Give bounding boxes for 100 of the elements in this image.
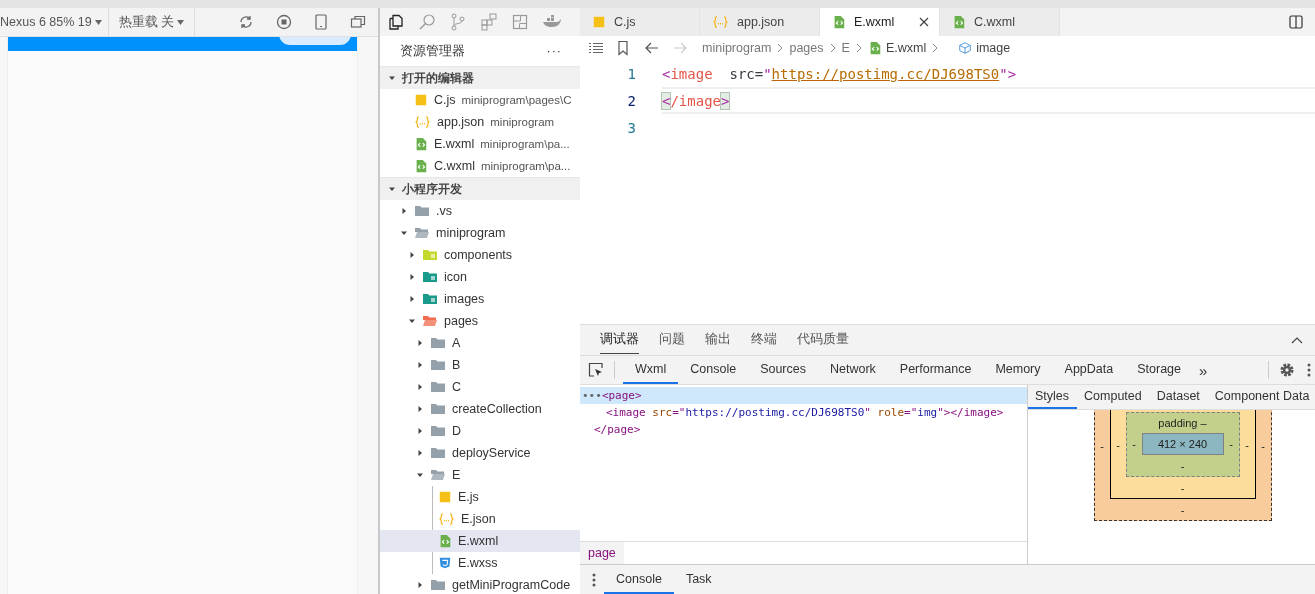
folder-icon [430, 380, 446, 394]
close-icon[interactable] [919, 17, 929, 27]
drawer-tab[interactable]: Task [673, 565, 724, 594]
code-file-icon [832, 15, 846, 29]
panel-tab[interactable]: 代码质量 [797, 326, 849, 354]
breadcrumb-item[interactable]: E.wxml [867, 41, 927, 55]
styles-tab[interactable]: Computed [1077, 385, 1150, 409]
refresh-icon[interactable] [238, 14, 254, 30]
folder-icon [430, 402, 446, 416]
devtools-tab[interactable]: Console [678, 356, 749, 384]
code-file-icon [414, 159, 428, 173]
panel-tab[interactable]: 问题 [659, 326, 685, 354]
tree-item[interactable]: createCollection [380, 398, 580, 420]
tree-item[interactable]: miniprogram [380, 222, 580, 244]
search-icon[interactable] [418, 13, 436, 31]
code-file-icon [414, 137, 428, 151]
editor-tab[interactable]: E.wxml [820, 8, 940, 36]
tree-item[interactable]: C [380, 376, 580, 398]
settings-icon[interactable] [1279, 362, 1295, 378]
code-line: <image src="https://postimg.cc/DJ698TS0"> [662, 64, 1018, 84]
breadcrumb-item[interactable]: image [944, 39, 1011, 57]
tree-item[interactable]: getMiniProgramCode [380, 574, 580, 594]
section-header[interactable]: 打开的编辑器 [380, 66, 580, 89]
tree-item[interactable]: deployService [380, 442, 580, 464]
chevron-up-icon[interactable] [1291, 336, 1303, 344]
tree-item[interactable]: E [380, 464, 580, 486]
tree-item[interactable]: D [380, 420, 580, 442]
device-dropdown[interactable]: Nexus 6 85% 19 [0, 8, 109, 36]
inspect-icon[interactable] [588, 362, 604, 378]
chevron-icon [777, 43, 784, 53]
braces-icon [712, 15, 729, 29]
styles-tab[interactable]: Styles [1028, 385, 1078, 409]
element-node[interactable]: <image src="https://postimg.cc/DJ698TS0" role="img"></image> [580, 404, 1027, 421]
caret-icon [388, 185, 396, 193]
open-editor-item[interactable]: C.wxml miniprogram\pa... [380, 155, 580, 177]
tree-item[interactable]: images [380, 288, 580, 310]
windows-icon[interactable] [350, 14, 366, 30]
open-editor-item[interactable]: E.wxml miniprogram\pa... [380, 133, 580, 155]
tree-item[interactable]: components [380, 244, 580, 266]
tree-item[interactable]: E.wxss [380, 552, 580, 574]
folder-icon [414, 204, 430, 218]
panel-tab[interactable]: 终端 [751, 326, 777, 354]
whale-icon[interactable] [542, 14, 562, 30]
drawer-tab[interactable]: Console [604, 565, 674, 594]
split-editor-icon[interactable] [1289, 15, 1303, 29]
bookmark-icon[interactable] [616, 40, 630, 56]
open-editor-item[interactable]: C.js miniprogram\pages\C [380, 89, 580, 111]
panel-icon[interactable] [512, 14, 528, 30]
tree-item[interactable]: pages [380, 310, 580, 332]
margin-value: - [1099, 439, 1105, 452]
overflow-button[interactable]: » [1193, 356, 1214, 384]
folder-icon [430, 336, 446, 350]
element-node[interactable]: •••<page> [580, 387, 1027, 404]
element-node[interactable]: </page> [580, 421, 1027, 438]
panel-tab[interactable]: 调试器 [600, 326, 639, 354]
devtools-tab[interactable]: Memory [983, 356, 1053, 384]
caret-icon [416, 383, 424, 391]
breadcrumb-item[interactable]: pages [789, 41, 824, 55]
caret-icon [400, 229, 408, 237]
editor-tab[interactable]: C.js [580, 8, 700, 36]
chevron-icon [829, 43, 836, 53]
tree-item[interactable]: icon [380, 266, 580, 288]
folder-icon [422, 292, 438, 306]
hot-reload-dropdown[interactable]: 热重载 关 [108, 8, 196, 36]
tree-item[interactable]: E.js [380, 486, 580, 508]
breadcrumb-item[interactable]: E [841, 41, 850, 55]
more-icon[interactable] [1307, 362, 1311, 378]
record-icon[interactable] [276, 14, 292, 30]
phone-icon[interactable] [314, 14, 328, 30]
more-button[interactable]: ··· [546, 44, 562, 58]
css-file-icon [438, 556, 452, 570]
folder-icon [430, 578, 446, 592]
tree-item[interactable]: E.wxml [380, 530, 580, 552]
editor-tab[interactable]: C.wxml [940, 8, 1060, 36]
editor-tab[interactable]: app.json [700, 8, 820, 36]
caret-icon [416, 339, 424, 347]
back-arrow-icon[interactable] [644, 41, 660, 55]
devtools-tab[interactable]: AppData [1052, 356, 1126, 384]
tree-item[interactable]: .vs [380, 200, 580, 222]
devtools-tab[interactable]: Storage [1125, 356, 1193, 384]
breadcrumb-item[interactable]: miniprogram [702, 41, 772, 55]
section-header[interactable]: 小程序开发 [380, 177, 580, 200]
panel-tab[interactable]: 输出 [705, 326, 731, 354]
list-icon[interactable] [588, 42, 604, 54]
tree-item[interactable]: B [380, 354, 580, 376]
devtools-tab[interactable]: Network [818, 356, 888, 384]
open-editor-item[interactable]: app.json miniprogram [380, 111, 580, 133]
caret-icon [408, 295, 416, 303]
styles-tab[interactable]: Component Data [1207, 385, 1315, 409]
styles-tab[interactable]: Dataset [1149, 385, 1208, 409]
devtools-tab[interactable]: Sources [748, 356, 818, 384]
padding-value: - [1131, 438, 1137, 450]
element-path-item[interactable]: page [580, 542, 624, 564]
files-icon[interactable] [388, 14, 404, 30]
tree-item[interactable]: E.json [380, 508, 580, 530]
devtools-tab[interactable]: Performance [887, 356, 984, 384]
caret-icon [416, 581, 424, 589]
tree-item[interactable]: A [380, 332, 580, 354]
padding-label: padding – [1157, 417, 1208, 429]
more-icon[interactable] [592, 571, 596, 588]
